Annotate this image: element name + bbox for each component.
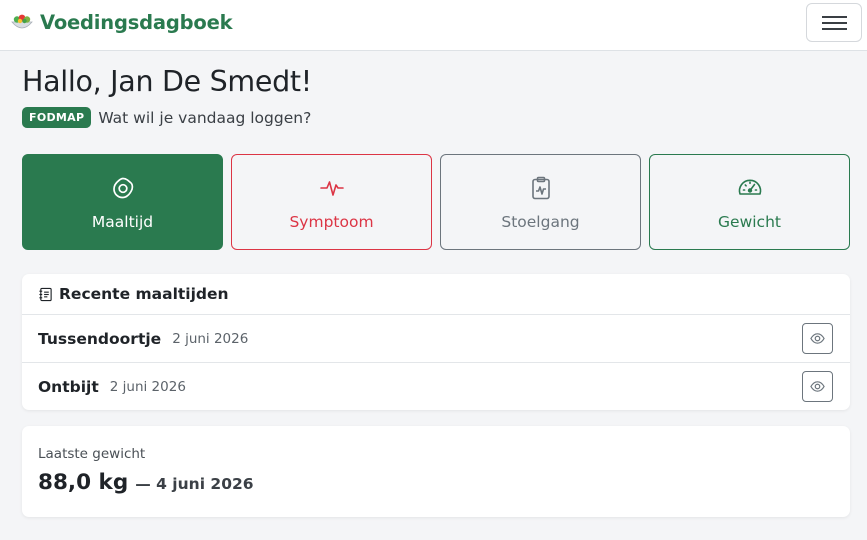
journal-text-icon [39,287,52,301]
card-header: Recente maaltijden [22,274,850,315]
latest-weight-card: Laatste gewicht 88,0 kg — 4 juni 2026 [22,426,850,517]
navbar: Voedingsdagboek [0,0,867,51]
log-symptom-button[interactable]: Symptoom [231,154,432,250]
salad-icon [11,14,33,29]
brand-name: Voedingsdagboek [40,10,233,34]
prompt-text: Wat wil je vandaag loggen? [98,108,312,127]
log-stool-button[interactable]: Stoelgang [440,154,641,250]
weight-date: — 4 juni 2026 [135,475,254,493]
action-label: Gewicht [718,213,781,231]
weight-value: 88,0 kg [38,470,129,495]
weight-line: 88,0 kg — 4 juni 2026 [38,470,254,495]
meal-name: Tussendoortje [38,329,162,348]
egg-icon [112,177,133,199]
eye-icon [810,381,825,392]
action-label: Stoelgang [501,213,580,231]
action-label: Symptoom [289,213,374,231]
pulse-icon [319,181,344,196]
meal-name: Ontbijt [38,378,99,396]
subheading: FODMAP Wat wil je vandaag loggen? [22,107,311,128]
eye-icon [810,333,825,344]
list-item: Ontbijt 2 juni 2026 [22,363,850,411]
view-meal-button[interactable] [802,323,833,354]
log-weight-button[interactable]: Gewicht [649,154,850,250]
weight-label: Laatste gewicht [38,446,146,462]
meal-date: 2 juni 2026 [172,330,249,347]
recent-meals-card: Recente maaltijden Tussendoortje 2 juni … [22,274,850,410]
menu-toggle-button[interactable] [806,3,862,42]
meal-date: 2 juni 2026 [109,379,186,395]
brand-link[interactable]: Voedingsdagboek [10,10,233,34]
view-meal-button[interactable] [802,371,833,402]
action-label: Maaltijd [91,213,154,231]
list-item: Tussendoortje 2 juni 2026 [22,315,850,363]
card-title: Recente maaltijden [59,285,229,303]
hamburger-icon [822,16,847,18]
clipboard-pulse-icon [531,176,550,200]
log-meal-button[interactable]: Maaltijd [22,154,223,250]
page-title: Hallo, Jan De Smedt! [22,65,312,98]
diet-badge: FODMAP [22,107,92,128]
speedometer-icon [738,179,761,195]
